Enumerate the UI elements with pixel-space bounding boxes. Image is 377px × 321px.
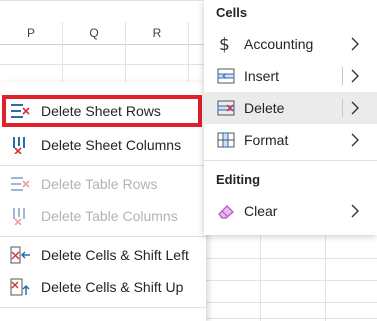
clear-item[interactable]: Clear [204,195,377,227]
chevron-right-icon[interactable] [347,99,363,117]
grid-line [206,258,377,259]
delete-item[interactable]: Delete [204,92,377,124]
menu-item-label: Delete [244,100,285,116]
menu-item-label: Delete Cells & Shift Left [41,247,189,263]
format-item[interactable]: Format [204,124,377,156]
delete-icon [216,99,236,117]
delete-submenu: Delete Sheet Rows Delete Sheet Columns D… [0,82,206,321]
column-header-q[interactable]: Q [63,22,126,44]
menu-item-label: Format [244,132,289,148]
grid-line [206,280,377,281]
dollar-icon: $ [216,35,236,55]
menu-item-label: Delete Table Columns [41,208,178,224]
eraser-icon [216,202,236,220]
chevron-right-icon [347,202,363,220]
delete-sheet-columns-icon [10,136,32,155]
delete-sheet-columns-item[interactable]: Delete Sheet Columns [0,129,206,161]
delete-table-columns-item[interactable]: Delete Table Columns [0,200,206,232]
menu-item-label: Insert [244,68,280,84]
chevron-right-icon [347,131,363,149]
delete-table-columns-icon [10,207,32,226]
split-divider [342,67,343,85]
delete-cells-shift-up-item[interactable]: Delete Cells & Shift Up [0,271,206,303]
editing-section-title: Editing [216,172,261,187]
delete-cells-shift-up-icon [10,278,32,296]
cells-section-title: Cells [216,5,248,20]
insert-icon [216,67,236,85]
chevron-right-icon[interactable] [347,67,363,85]
menu-item-label: Accounting [244,36,314,52]
delete-sheet-rows-item[interactable]: Delete Sheet Rows [0,95,206,127]
column-header-p[interactable]: P [0,22,63,44]
column-header-r[interactable]: R [126,22,189,44]
chevron-right-icon [347,35,363,53]
menu-item-label: Delete Table Rows [41,176,158,192]
menu-item-label: Delete Cells & Shift Up [41,279,184,295]
format-icon [216,131,236,149]
cells-editing-menu: Cells $ Accounting Insert Delete Format … [204,0,377,235]
accounting-item[interactable]: $ Accounting [204,28,377,60]
menu-separator [0,165,206,166]
insert-item[interactable]: Insert [204,60,377,92]
grid-line [325,235,326,321]
grid-line [206,302,377,303]
menu-item-label: Clear [244,203,278,219]
menu-separator [0,236,206,237]
split-divider [342,99,343,117]
menu-separator [0,307,206,308]
grid-line [260,235,261,321]
menu-item-label: Delete Sheet Columns [41,137,182,153]
highlight-frame [2,95,202,127]
delete-cells-shift-left-item[interactable]: Delete Cells & Shift Left [0,239,206,271]
menu-separator [204,160,377,161]
delete-cells-shift-left-icon [10,246,32,264]
delete-table-rows-item[interactable]: Delete Table Rows [0,168,206,200]
svg-text:$: $ [219,35,230,53]
delete-table-rows-icon [10,175,32,193]
